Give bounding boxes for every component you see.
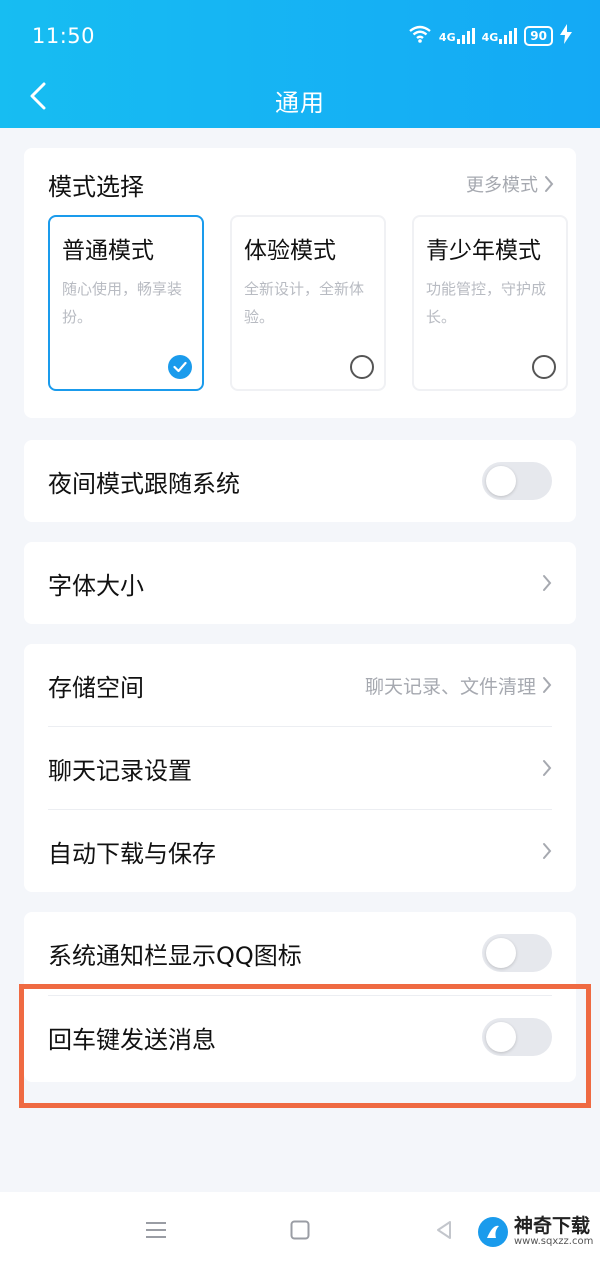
chat-history-settings-label: 聊天记录设置 <box>48 756 192 785</box>
watermark-url: www.sqxzz.com <box>514 1236 594 1247</box>
mode-option-name: 普通模式 <box>62 238 154 264</box>
status-time: 11:50 <box>32 24 96 48</box>
storage-group-card: 存储空间 聊天记录、文件清理 聊天记录设置 自动下载与保存 <box>24 644 576 892</box>
night-mode-card: 夜间模式跟随系统 <box>24 440 576 522</box>
back-button[interactable] <box>18 76 58 116</box>
square-icon <box>290 1220 310 1240</box>
radio-unchecked-icon[interactable] <box>532 355 556 379</box>
mode-option-teen[interactable]: 青少年模式 功能管控，守护成长。 <box>412 215 568 391</box>
chevron-right-icon <box>543 677 552 693</box>
auto-download-label: 自动下载与保存 <box>48 839 216 868</box>
mode-section-title: 模式选择 <box>48 172 144 201</box>
wifi-icon <box>408 25 432 47</box>
mode-option-description: 随心使用，畅享装扮。 <box>62 280 183 326</box>
status-icons: 4G 4G 90 <box>408 24 572 48</box>
watermark-logo-icon <box>478 1217 508 1247</box>
nav-bar: 通用 <box>0 72 600 128</box>
back-nav-button[interactable] <box>424 1210 464 1250</box>
chevron-right-icon <box>543 843 552 859</box>
mode-option-experience[interactable]: 体验模式 全新设计，全新体验。 <box>230 215 386 391</box>
night-mode-row: 夜间模式跟随系统 <box>48 440 552 522</box>
highlight-box <box>19 984 591 1108</box>
notification-icon-row: 系统通知栏显示QQ图标 <box>48 912 552 994</box>
mode-selection-card: 模式选择 更多模式 普通模式 随心使用，畅享装扮。 体验模式 全新设计，全新体验… <box>24 148 576 418</box>
radio-unchecked-icon[interactable] <box>350 355 374 379</box>
auto-download-row[interactable]: 自动下载与保存 <box>48 810 552 892</box>
night-mode-label: 夜间模式跟随系统 <box>48 469 240 498</box>
font-size-label: 字体大小 <box>48 571 144 600</box>
chat-history-settings-row[interactable]: 聊天记录设置 <box>48 727 552 809</box>
header: 11:50 4G 4G 90 通用 <box>0 0 600 128</box>
chevron-right-icon <box>543 575 552 591</box>
chevron-right-icon <box>543 760 552 776</box>
page-title: 通用 <box>275 88 325 117</box>
mode-option-description: 功能管控，守护成长。 <box>426 280 547 326</box>
font-size-row[interactable]: 字体大小 <box>48 542 552 624</box>
mode-option-name: 青少年模式 <box>426 238 541 264</box>
menu-button[interactable] <box>136 1210 176 1250</box>
triangle-back-icon <box>437 1221 451 1239</box>
night-mode-toggle[interactable] <box>482 462 552 500</box>
radio-checked-icon[interactable] <box>168 355 192 379</box>
mode-option-normal[interactable]: 普通模式 随心使用，畅享装扮。 <box>48 215 204 391</box>
more-modes-link[interactable]: 更多模式 <box>466 171 554 197</box>
menu-icon <box>146 1222 166 1238</box>
notification-icon-toggle[interactable] <box>482 934 552 972</box>
watermark: 神奇下载 www.sqxzz.com <box>478 1216 593 1248</box>
signal-2-icon: 4G <box>482 28 518 44</box>
home-button[interactable] <box>280 1210 320 1250</box>
battery-icon: 90 <box>524 26 553 46</box>
mode-option-name: 体验模式 <box>244 238 336 264</box>
status-bar: 11:50 4G 4G 90 <box>0 0 600 72</box>
charging-icon <box>560 24 572 48</box>
mode-option-description: 全新设计，全新体验。 <box>244 280 365 326</box>
mode-section-header: 模式选择 更多模式 <box>48 164 554 204</box>
storage-row[interactable]: 存储空间 聊天记录、文件清理 <box>48 644 552 726</box>
signal-1-icon: 4G <box>439 28 475 44</box>
storage-detail: 聊天记录、文件清理 <box>364 675 536 698</box>
chevron-right-icon <box>545 176 554 192</box>
font-size-card[interactable]: 字体大小 <box>24 542 576 624</box>
check-icon <box>173 361 187 373</box>
notification-icon-label: 系统通知栏显示QQ图标 <box>48 941 302 970</box>
storage-label: 存储空间 <box>48 673 144 702</box>
chevron-left-icon <box>30 82 46 110</box>
watermark-name: 神奇下载 <box>514 1215 591 1237</box>
